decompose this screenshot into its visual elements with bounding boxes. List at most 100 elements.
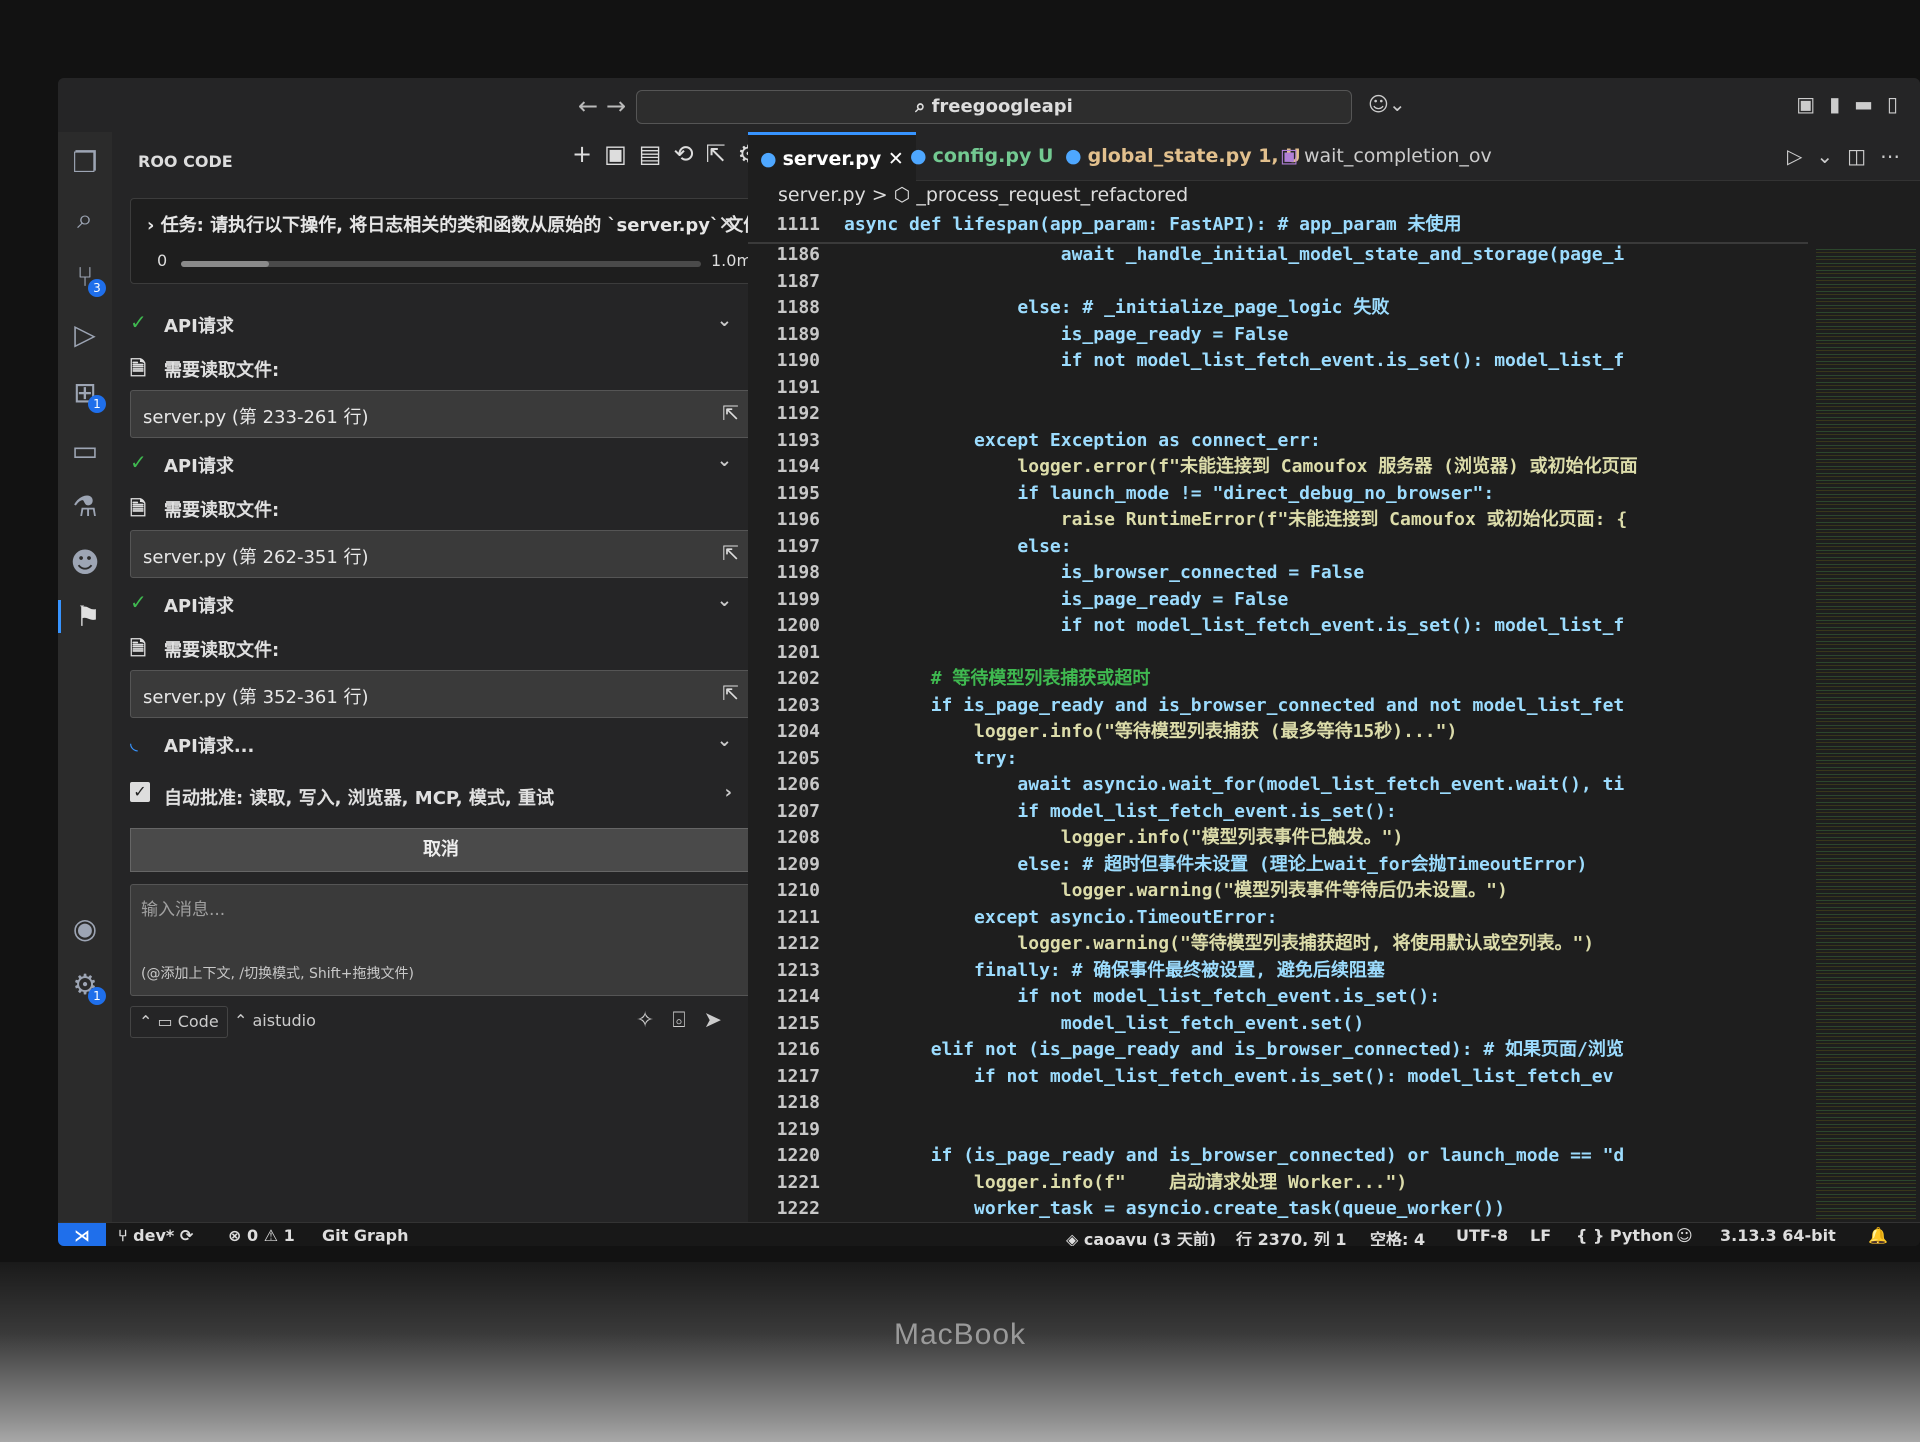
layout-controls[interactable]: ▣▮▬▯ [1796,92,1912,116]
copilot-icon[interactable]: ☺⌄ [1368,92,1406,116]
code-line[interactable]: 1208 logger.info("模型列表事件已触发。") [748,825,1808,852]
code-line[interactable]: 1187 [748,269,1808,296]
chevron-down-icon[interactable]: ⌄ [717,450,732,471]
notifications-bell-icon[interactable]: 🔔 [1868,1226,1888,1245]
code-line[interactable]: 1211 except asyncio.TimeoutError: [748,905,1808,932]
chevron-down-icon[interactable]: ⌄ [717,590,732,611]
end-of-line[interactable]: LF [1530,1226,1551,1245]
testing-icon[interactable]: ⚗ [58,490,112,523]
code-line[interactable]: 1221 logger.info(f" 启动请求处理 Worker...") [748,1170,1808,1197]
minimap[interactable] [1816,246,1916,1226]
input-actions[interactable]: ✧⌻➤ [636,1008,740,1033]
code-line[interactable]: 1212 logger.warning("等待模型列表捕获超时, 将使用默认或空… [748,931,1808,958]
run-debug-icon[interactable]: ▷ [58,318,112,351]
chevron-right-icon[interactable]: › [725,782,732,803]
api-request-row[interactable]: ✓ API请求 ⌄ [130,590,750,620]
forward-button[interactable]: → [606,92,626,120]
problems-status[interactable]: ⊗ 0 ⚠ 1 [228,1226,295,1245]
code-line[interactable]: 1191 [748,375,1808,402]
code-line[interactable]: 1204 logger.info("等待模型列表捕获 (最多等待15秒)..."… [748,719,1808,746]
message-input[interactable]: 输入消息... (@添加上下文, /切换模式, Shift+拖拽文件) [130,884,752,996]
editor-actions[interactable]: ▷⌄◫⋯ [1787,144,1914,168]
sticky-scroll-line[interactable]: 1111 async def lifespan(app_param: FastAP… [748,212,1808,244]
python-interpreter[interactable]: 3.13.3 64-bit [1720,1226,1836,1245]
language-mode[interactable]: { } Python [1576,1226,1674,1245]
code-line[interactable]: 1202 # 等待模型列表捕获或超时 [748,666,1808,693]
code-line[interactable]: 1199 is_page_ready = False [748,587,1808,614]
code-line[interactable]: 1206 await asyncio.wait_for(model_list_f… [748,772,1808,799]
roo-code-icon[interactable]: ⚑ [58,600,115,633]
api-request-row[interactable]: ◟ API请求... ⌄ [130,730,750,760]
copilot-chat-icon[interactable]: ☻ [58,546,112,579]
cancel-button[interactable]: 取消 [130,828,752,872]
code-line[interactable]: 1196 raise RuntimeError(f"未能连接到 Camoufox… [748,507,1808,534]
code-line[interactable]: 1218 [748,1090,1808,1117]
git-graph-button[interactable]: Git Graph [322,1226,409,1245]
mode-selector[interactable]: ⌃ ▭ Code [130,1006,228,1038]
indentation[interactable]: 空格: 4 [1370,1226,1425,1246]
code-line[interactable]: 1215 model_list_fetch_event.set() [748,1011,1808,1038]
branch-status[interactable]: ⑂ dev* ⟳ [118,1226,193,1245]
code-line[interactable]: 1190 if not model_list_fetch_event.is_se… [748,348,1808,375]
close-icon[interactable]: ✕ [718,211,735,235]
code-line[interactable]: 1213 finally: # 确保事件最终被设置, 避免后续阻塞 [748,958,1808,985]
code-line[interactable]: 1192 [748,401,1808,428]
code-line[interactable]: 1219 [748,1117,1808,1144]
remote-explorer-icon[interactable]: ▭ [58,434,112,467]
code-line[interactable]: 1197 else: [748,534,1808,561]
tab-wait-completion[interactable]: ▣ wait_completion_ov [1268,132,1504,180]
back-button[interactable]: ← [578,92,598,120]
command-center-search[interactable]: ⌕ freegoogleapi [636,90,1352,124]
code-line[interactable]: 1189 is_page_ready = False [748,322,1808,349]
chevron-down-icon[interactable]: ⌄ [717,310,732,331]
code-line[interactable]: 1200 if not model_list_fetch_event.is_se… [748,613,1808,640]
source-control-icon[interactable]: ⑂ 3 [58,260,112,297]
code-line[interactable]: 1209 else: # 超时但事件未设置 (理论上wait_for会抛Time… [748,852,1808,879]
auto-approve-row[interactable]: ✓ 自动批准: 读取, 写入, 浏览器, MCP, 模式, 重试 › [130,782,750,812]
code-line[interactable]: 1217 if not model_list_fetch_event.is_se… [748,1064,1808,1091]
code-line[interactable]: 1198 is_browser_connected = False [748,560,1808,587]
code-line[interactable]: 1201 [748,640,1808,667]
tab-config-py[interactable]: ● config.py U [898,132,1065,180]
task-header[interactable]: › 任务: 请执行以下操作, 将日志相关的类和函数从原始的 `server.py… [130,198,800,284]
open-external-icon[interactable]: ⇱ [722,541,739,565]
api-request-row[interactable]: ✓ API请求 ⌄ [130,310,750,340]
code-line[interactable]: 1214 if not model_list_fetch_event.is_se… [748,984,1808,1011]
tab-server-py[interactable]: ● server.py ✕ [748,132,916,183]
account-icon[interactable]: ◉ [58,912,112,945]
file-reference[interactable]: server.py (第 262-351 行) ⇱ [130,530,752,578]
code-line[interactable]: 1194 logger.error(f"未能连接到 Camoufox 服务器 (… [748,454,1808,481]
extensions-icon[interactable]: ⊞ 1 [58,376,112,413]
encoding[interactable]: UTF-8 [1456,1226,1508,1245]
code-line[interactable]: 1195 if launch_mode != "direct_debug_no_… [748,481,1808,508]
code-line[interactable]: 1188 else: # _initialize_page_logic 失败 [748,295,1808,322]
code-line[interactable]: 1222 worker_task = asyncio.create_task(q… [748,1196,1808,1223]
code-line[interactable]: 1220 if (is_page_ready and is_browser_co… [748,1143,1808,1170]
profile-selector[interactable]: ⌃ aistudio [226,1006,324,1036]
code-line[interactable]: 1207 if model_list_fetch_event.is_set(): [748,799,1808,826]
breadcrumb[interactable]: server.py > ⬡ _process_request_refactore… [778,184,1188,206]
code-line[interactable]: 1205 try: [748,746,1808,773]
explorer-icon[interactable]: ❐ [58,146,112,179]
line-number: 1188 [776,297,820,318]
code-line[interactable]: 1203 if is_page_ready and is_browser_con… [748,693,1808,720]
open-external-icon[interactable]: ⇱ [722,681,739,705]
code-view[interactable]: 1186 await _handle_initial_model_state_a… [748,242,1808,1223]
chevron-down-icon[interactable]: ⌄ [717,730,732,751]
panel-actions[interactable]: +▣▤⟲⇱⚙ [572,140,771,168]
code-line[interactable]: 1216 elif not (is_page_ready and is_brow… [748,1037,1808,1064]
code-line[interactable]: 1186 await _handle_initial_model_state_a… [748,242,1808,269]
search-icon[interactable]: ⌕ [58,202,112,236]
file-reference[interactable]: server.py (第 233-261 行) ⇱ [130,390,752,438]
auto-approve-checkbox[interactable]: ✓ [130,782,150,802]
copilot-status-icon[interactable]: ☺ [1676,1226,1693,1245]
git-blame[interactable]: ◈ caoayu (3 天前) [1066,1226,1216,1246]
code-line[interactable]: 1193 except Exception as connect_err: [748,428,1808,455]
remote-indicator-icon[interactable]: ⋊ [58,1223,106,1246]
api-request-row[interactable]: ✓ API请求 ⌄ [130,450,750,480]
settings-gear-icon[interactable]: ⚙ 1 [58,968,112,1005]
file-reference[interactable]: server.py (第 352-361 行) ⇱ [130,670,752,718]
cursor-position[interactable]: 行 2370, 列 1 [1236,1226,1346,1246]
code-line[interactable]: 1210 logger.warning("模型列表事件等待后仍未设置。") [748,878,1808,905]
open-external-icon[interactable]: ⇱ [722,401,739,425]
